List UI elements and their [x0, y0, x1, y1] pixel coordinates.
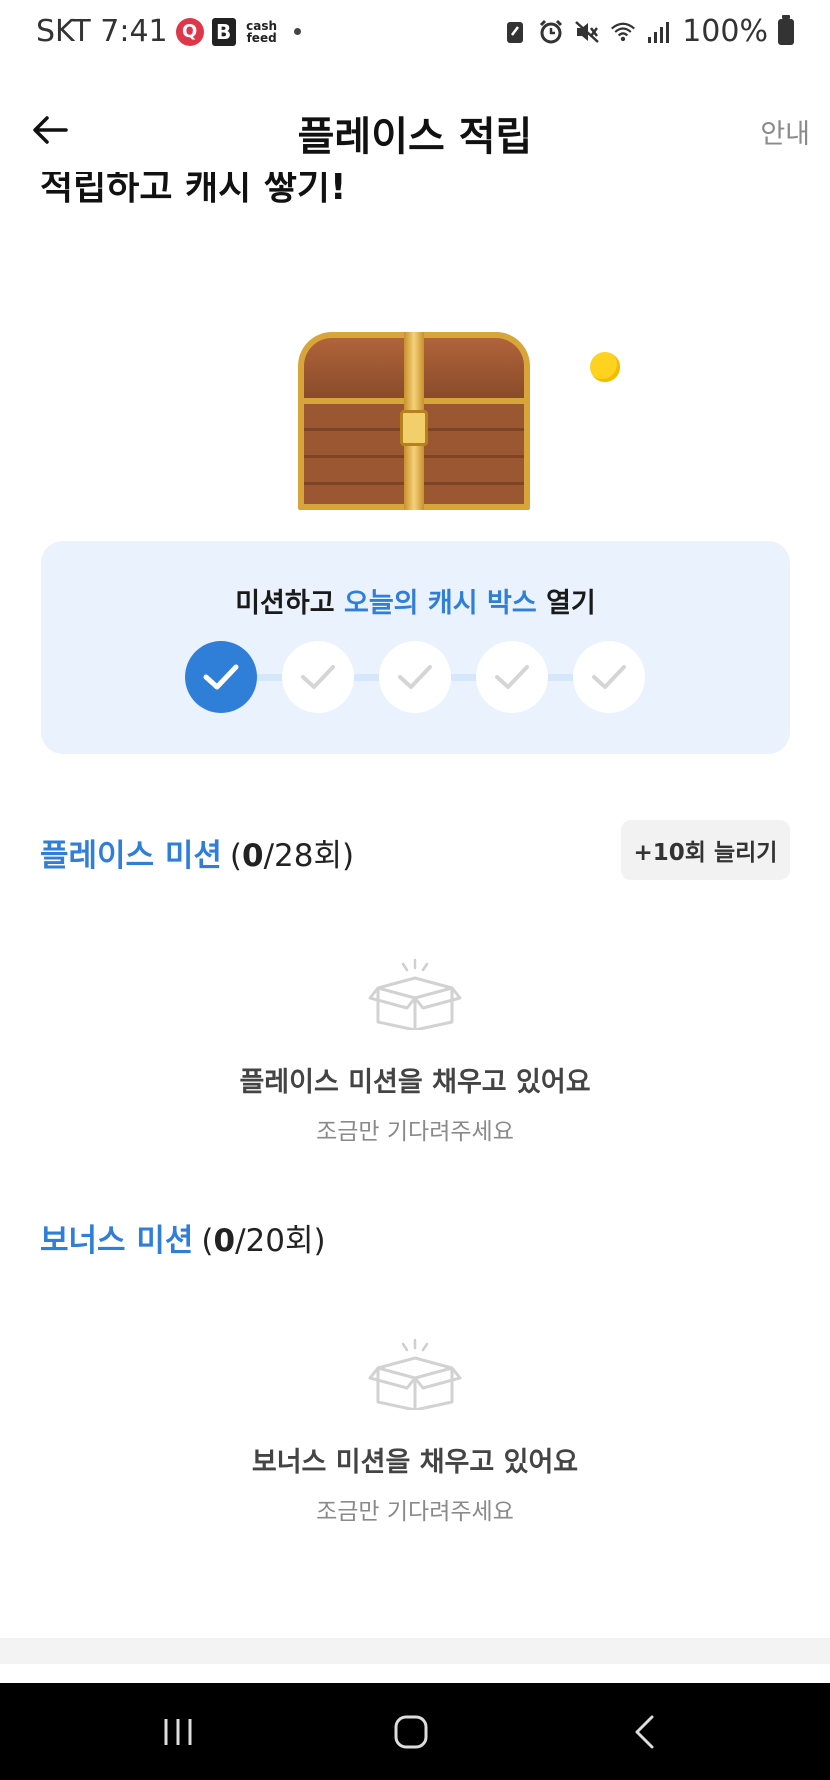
cash-box-title-suffix: 열기 [536, 588, 596, 619]
info-button[interactable]: 안내 [760, 112, 810, 151]
cashfeed-icon: cash feed [246, 18, 278, 45]
app-q-icon: Q [175, 17, 204, 46]
progress-step [185, 641, 257, 713]
cash-box-title-prefix: 미션하고 [235, 588, 344, 619]
alarm-icon [538, 19, 564, 45]
recent-apps-button[interactable] [118, 1683, 238, 1780]
home-icon [394, 1715, 428, 1748]
status-bar: SKT 7:41 Q B cash feed 100% [0, 0, 830, 72]
checkmark-icon [301, 665, 335, 689]
carrier-time: SKT 7:41 [36, 14, 168, 49]
bonus-mission-title: 보너스 미션 [40, 1223, 194, 1259]
progress-step [282, 641, 354, 713]
bonus-mission-header: 보너스 미션 (0/20회) [40, 1215, 326, 1260]
place-mission-header: 플레이스 미션 (0/28회) [40, 830, 354, 875]
add-10-missions-button[interactable]: +10회 늘리기 [621, 820, 790, 880]
status-right: 100% [502, 14, 794, 49]
cash-box-card: 미션하고 오늘의 캐시 박스 열기 [41, 541, 790, 754]
home-button[interactable] [351, 1683, 471, 1780]
progress-step [379, 641, 451, 713]
app-bar: 플레이스 적립 안내 [0, 90, 830, 170]
bonus-mission-count: (0/20회) [201, 1223, 326, 1259]
more-notifications-dot-icon [293, 28, 301, 35]
mute-icon [574, 19, 600, 45]
bonus-mission-empty-title: 보너스 미션을 채우고 있어요 [251, 1447, 579, 1478]
app-b-icon: B [211, 17, 236, 46]
recent-apps-icon [164, 1718, 192, 1745]
battery-saver-icon [502, 19, 528, 45]
battery-percent: 100% [682, 14, 768, 49]
signal-icon [646, 19, 672, 45]
place-mission-empty-title: 플레이스 미션을 채우고 있어요 [239, 1067, 591, 1098]
checkmark-icon [203, 664, 239, 690]
battery-icon [778, 14, 794, 45]
bottom-divider [0, 1638, 830, 1664]
system-nav-bar [0, 1683, 830, 1780]
headline-container: 적립하고 캐시 쌓기! [0, 172, 830, 222]
treasure-chest-icon [298, 332, 530, 510]
progress-step [476, 641, 548, 713]
checkmark-icon [398, 665, 432, 689]
progress-step [573, 641, 645, 713]
status-left: SKT 7:41 Q B cash feed [36, 14, 301, 49]
empty-box-icon [368, 1338, 462, 1410]
empty-box-icon [368, 958, 462, 1030]
checkmark-icon [592, 665, 626, 689]
place-mission-count: (0/28회) [229, 838, 355, 874]
bonus-mission-empty-subtitle: 조금만 기다려주세요 [316, 1499, 514, 1525]
headline: 적립하고 캐시 쌓기! [40, 172, 347, 208]
cash-box-title-accent: 오늘의 캐시 박스 [343, 588, 537, 619]
checkmark-icon [495, 665, 529, 689]
place-mission-empty-subtitle: 조금만 기다려주세요 [316, 1119, 514, 1145]
coin-icon [590, 352, 620, 382]
cash-box-title: 미션하고 오늘의 캐시 박스 열기 [41, 581, 790, 620]
chevron-left-icon [635, 1715, 654, 1748]
page-title: 플레이스 적립 [297, 114, 533, 160]
system-back-button[interactable] [584, 1683, 704, 1780]
chest-lock-icon [400, 410, 428, 446]
place-mission-title: 플레이스 미션 [40, 838, 222, 874]
mission-progress [185, 641, 645, 713]
wifi-icon [610, 19, 636, 45]
